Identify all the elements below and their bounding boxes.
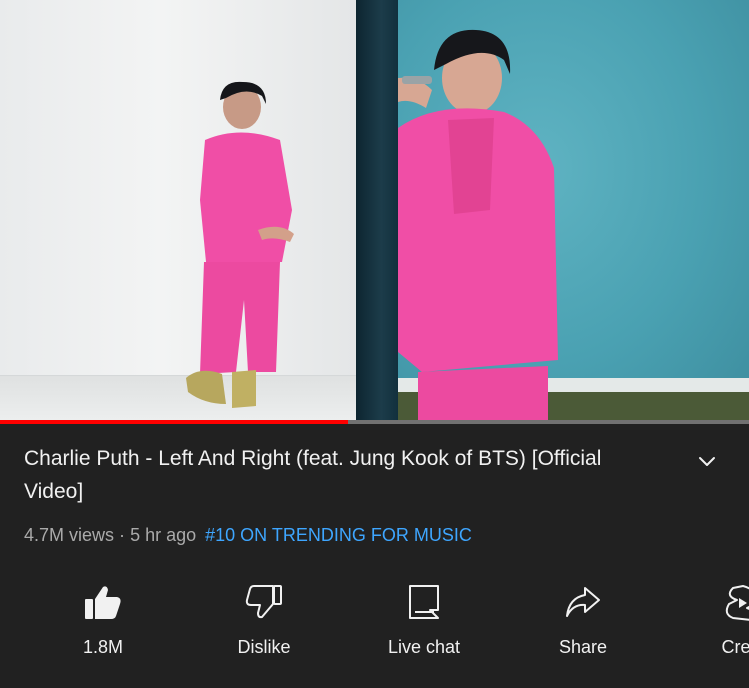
dislike-label: Dislike [237,637,291,657]
view-count: 4.7M views [24,525,115,545]
upload-age: 5 hr ago [130,525,197,545]
trending-badge[interactable]: #10 ON TRENDING FOR MUSIC [205,525,472,545]
live-chat-label: Live chat [387,637,461,657]
chevron-down-icon[interactable] [694,448,720,474]
video-player[interactable] [0,0,749,424]
share-label: Share [558,637,608,657]
create-label: Crea [721,637,749,657]
video-meta: 4.7M views · 5 hr ago #10 ON TRENDING FO… [24,523,472,547]
figure-right [398,29,558,420]
action-bar: 1.8M Dislike Live chat Share Crea [0,582,749,672]
video-title[interactable]: Charlie Puth - Left And Right (feat. Jun… [24,442,664,508]
live-chat-button[interactable]: Live chat [364,582,484,658]
progress-bar-played [0,420,349,424]
share-button[interactable]: Share [523,582,643,658]
like-button[interactable]: 1.8M [43,582,163,658]
thumbs-down-icon [245,585,282,619]
video-frame-door [356,0,398,420]
dislike-button[interactable]: Dislike [204,582,324,658]
live-chat-icon [409,585,439,619]
create-button[interactable]: Crea [681,582,749,658]
thumbs-up-filled-icon [85,586,121,619]
like-count: 1.8M [82,637,124,657]
meta-separator: · [119,525,126,545]
share-icon [566,587,600,617]
video-frame-left-room [0,0,358,420]
create-icon [725,585,749,621]
figure-left [186,81,294,408]
video-frame-right-room [398,0,749,420]
progress-bar[interactable] [0,420,749,424]
